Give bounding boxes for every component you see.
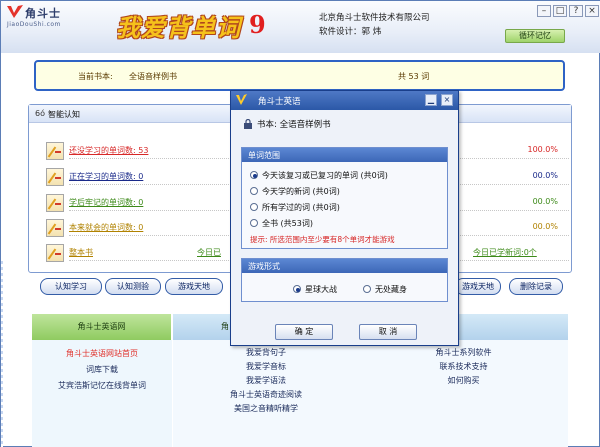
test-button[interactable]: 认知测验: [105, 278, 161, 295]
word-scope-header: 单词范围: [242, 148, 447, 162]
known-percent: 00.0%: [532, 222, 558, 231]
links-col-support: 角斗士系列软件 联系技术支持 如何购买: [359, 340, 568, 447]
game-type-group: 游戏形式 星球大战 无处藏身: [241, 258, 448, 302]
lock-icon: [244, 119, 252, 129]
link-reading[interactable]: 角斗士英语奇迹阅读: [173, 388, 359, 402]
learning-count-link[interactable]: 正在学习的单词数: 0: [69, 171, 143, 182]
minimize-icon[interactable]: –: [537, 5, 551, 17]
learning-percent: 00.0%: [532, 171, 558, 180]
company-name: 北京角斗士软件技术有限公司: [319, 13, 430, 23]
game-option-star-wars[interactable]: 星球大战: [293, 284, 337, 295]
company-info: 北京角斗士软件技术有限公司 软件设计：郭 炜: [319, 11, 430, 39]
pencil-icon[interactable]: [46, 219, 64, 237]
link-grammar[interactable]: 我爱学语法: [173, 374, 359, 388]
dialog-book-label: 书本: 全语音样例书: [257, 120, 331, 130]
known-count-link[interactable]: 本来就会的单词数: 0: [69, 222, 143, 233]
dialog-titlebar[interactable]: 角斗士英语 ▁ ×: [231, 91, 458, 110]
scope-hint: 提示: 所选范围内至少要有8个单词才能游戏: [250, 235, 395, 244]
book-name[interactable]: 全语音样例书: [129, 71, 177, 82]
link-wordbank-download[interactable]: 词库下载: [32, 362, 172, 378]
radio-icon[interactable]: [250, 203, 258, 211]
panel-title: 智能认知: [48, 110, 80, 119]
link-how-to-buy[interactable]: 如何购买: [359, 374, 568, 388]
game-option-nowhere-to-hide[interactable]: 无处藏身: [363, 284, 407, 295]
tab-cycle-memory[interactable]: 循环记忆: [505, 29, 565, 43]
book-label: 当前书本:: [78, 72, 113, 81]
unlearned-percent: 100.0%: [527, 145, 558, 154]
ok-button[interactable]: 确 定: [275, 324, 333, 340]
app-logo: 角斗士 JiaoDouShi.com: [5, 4, 93, 30]
link-phonetics[interactable]: 我爱学音标: [173, 360, 359, 374]
radio-selected-icon[interactable]: [250, 171, 258, 179]
maximize-icon[interactable]: □: [553, 5, 567, 17]
mastered-count-link[interactable]: 学后牢记的单词数: 0: [69, 197, 143, 208]
scope-option-review[interactable]: 今天该复习或已复习的单词 (共0词): [250, 170, 388, 181]
scope-option-today-new[interactable]: 今天学的新词 (共0词): [250, 186, 340, 197]
pencil-icon[interactable]: [46, 244, 64, 262]
link-ebbinghaus-online[interactable]: 艾宾浩斯记忆在线背单词: [32, 378, 172, 394]
link-voa[interactable]: 美国之音精听精学: [173, 402, 359, 416]
help-icon[interactable]: ?: [569, 5, 583, 17]
delete-records-button[interactable]: 删除记录: [509, 278, 563, 295]
designer: 软件设计：郭 炜: [319, 27, 382, 37]
pencil-icon[interactable]: [46, 142, 64, 160]
dialog-close-icon[interactable]: ×: [441, 94, 453, 106]
link-homepage[interactable]: 角斗士英语网站首页: [32, 346, 172, 362]
current-book-bar: 当前书本: 全语音样例书 共 53 词: [34, 60, 565, 91]
logo-icon: [7, 5, 23, 18]
close-icon[interactable]: ×: [585, 5, 599, 17]
link-software-series[interactable]: 角斗士系列软件: [359, 346, 568, 360]
word-scope-group: 单词范围 今天该复习或已复习的单词 (共0词) 今天学的新词 (共0词) 所有学…: [241, 147, 448, 249]
pencil-icon[interactable]: [46, 194, 64, 212]
dialog-title: 角斗士英语: [258, 97, 301, 107]
glasses-icon: 6ó: [35, 109, 45, 118]
window-controls: – □ ? ×: [537, 5, 599, 18]
app-window: 角斗士 JiaoDouShi.com 我爱背单词 9 北京角斗士软件技术有限公司…: [0, 0, 600, 447]
radio-icon[interactable]: [363, 285, 371, 293]
tab-jiaodoushi-english[interactable]: 角斗士英语网: [32, 314, 172, 340]
link-sentences[interactable]: 我爱背句子: [173, 346, 359, 360]
logo-url: JiaoDouShi.com: [7, 21, 61, 28]
links-col-products: 我爱背句子 我爱学音标 我爱学语法 角斗士英语奇迹阅读 美国之音精听精学: [173, 340, 359, 447]
book-word-count: 共 53 词: [398, 72, 430, 81]
dialog-book: 书本: 全语音样例书: [243, 118, 331, 130]
game-type-header: 游戏形式: [242, 259, 447, 273]
scope-option-whole-book[interactable]: 全书 (共53词): [250, 218, 313, 229]
game-world-button[interactable]: 游戏天地: [455, 278, 501, 295]
header: 角斗士 JiaoDouShi.com 我爱背单词 9 北京角斗士软件技术有限公司…: [1, 1, 600, 53]
today-status-left: 今日已: [197, 248, 221, 257]
today-new-words: 今日已学新词:0个: [473, 248, 537, 257]
game-button[interactable]: 游戏天地: [165, 278, 223, 295]
game-options-dialog: 角斗士英语 ▁ × 书本: 全语音样例书 单词范围 今天该复习或已复习的单词 (…: [230, 90, 459, 346]
link-tech-support[interactable]: 联系技术支持: [359, 360, 568, 374]
brand-title: 我爱背单词: [116, 13, 241, 42]
radio-selected-icon[interactable]: [293, 285, 301, 293]
cancel-button[interactable]: 取 消: [359, 324, 417, 340]
links-col-site: 角斗士英语网站首页 词库下载 艾宾浩斯记忆在线背单词: [32, 340, 172, 447]
pencil-icon[interactable]: [46, 168, 64, 186]
dialog-minimize-icon[interactable]: ▁: [425, 94, 437, 106]
brand-banner: 我爱背单词 9: [116, 6, 276, 46]
learn-button[interactable]: 认知学习: [40, 278, 102, 295]
unlearned-count-link[interactable]: 还没学习的单词数: 53: [69, 145, 148, 156]
radio-icon[interactable]: [250, 187, 258, 195]
mastered-percent: 00.0%: [532, 197, 558, 206]
brand-version: 9: [249, 10, 266, 39]
app-logo-icon: [236, 94, 247, 105]
radio-icon[interactable]: [250, 219, 258, 227]
scope-option-all-learned[interactable]: 所有学过的词 (共0词): [250, 202, 340, 213]
whole-book-link[interactable]: 整本书: [69, 247, 93, 258]
logo-name: 角斗士: [25, 7, 61, 20]
